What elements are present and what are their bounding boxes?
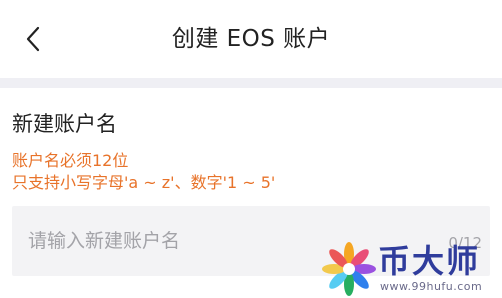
- section-divider: [0, 78, 502, 88]
- charset-hint: 只支持小写字母'a ~ z'、数字'1 ~ 5': [12, 173, 276, 192]
- page-title: 创建 EOS 账户: [171, 26, 331, 52]
- length-hint: 账户名必须12位: [12, 151, 129, 170]
- account-name-label: 新建账户名: [12, 112, 117, 136]
- watermark-url: www.99hufu.com: [380, 280, 483, 293]
- pinwheel-logo-icon: [322, 242, 376, 296]
- watermark: 币大师 www.99hufu.com: [318, 238, 502, 298]
- create-eos-account-screen: 创建 EOS 账户 新建账户名 账户名必须12位 只支持小写字母'a ~ z'、…: [0, 0, 502, 298]
- watermark-brand: 币大师: [378, 242, 481, 280]
- navigation-bar: 创建 EOS 账户: [0, 0, 502, 78]
